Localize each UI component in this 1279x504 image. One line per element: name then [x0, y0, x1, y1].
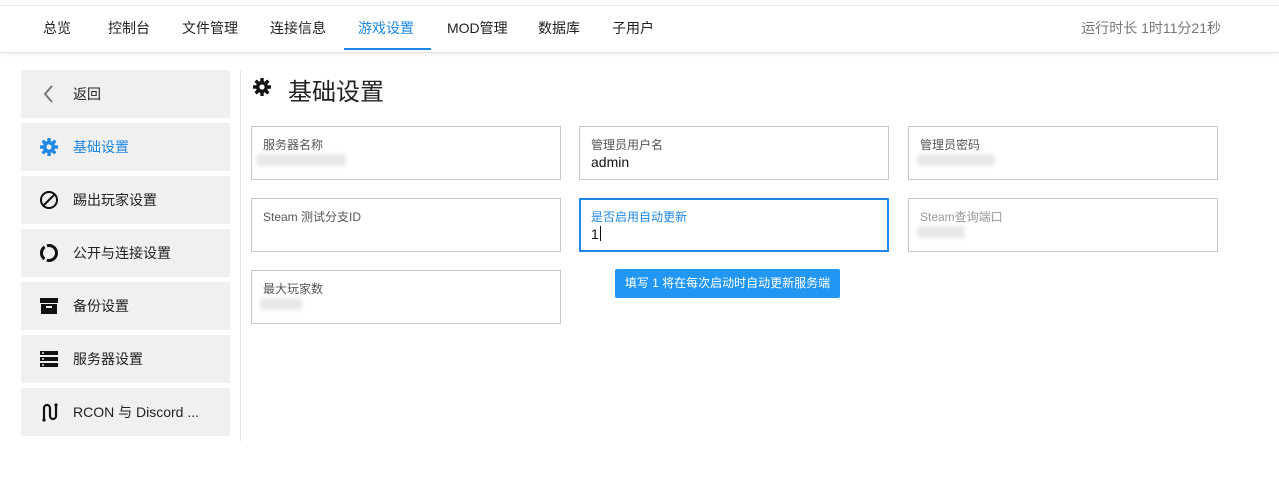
tab-sub-users[interactable]: 子用户 [612, 6, 654, 50]
sidebar-item-label: RCON 与 Discord ... [73, 404, 200, 420]
gear-icon [252, 77, 272, 102]
sidebar-item-label: 踢出玩家设置 [73, 192, 157, 208]
top-nav-bar: 总览 控制台 文件管理 连接信息 游戏设置 MOD管理 数据库 子用户 运行时长… [0, 5, 1279, 53]
sidebar-item-public-connection[interactable]: 公开与连接设置 [21, 229, 230, 277]
redacted-value [260, 298, 302, 310]
tab-game-settings[interactable]: 游戏设置 [358, 6, 414, 50]
tab-connection-info[interactable]: 连接信息 [270, 6, 326, 50]
tab-mod-manager[interactable]: MOD管理 [447, 6, 508, 50]
server-name-field[interactable]: 服务器名称 [251, 126, 561, 180]
archive-icon [38, 295, 60, 317]
redacted-value [917, 226, 965, 238]
text-caret [599, 226, 601, 241]
steam-branch-field[interactable]: Steam 测试分支ID [251, 198, 561, 252]
sidebar-item-label: 备份设置 [73, 298, 129, 314]
field-label: Steam 测试分支ID [263, 210, 362, 224]
gear-icon [38, 136, 60, 158]
sidebar-item-rcon-discord[interactable]: RCON 与 Discord ... [21, 388, 230, 436]
sidebar-item-basic-settings[interactable]: 基础设置 [21, 123, 230, 171]
tab-file-manager[interactable]: 文件管理 [182, 6, 238, 50]
auto-update-tooltip: 填写 1 将在每次启动时自动更新服务端 [615, 269, 840, 298]
field-value: 1 [591, 226, 601, 242]
sidebar-item-label: 服务器设置 [73, 351, 143, 367]
field-label: 管理员用户名 [591, 138, 664, 152]
ban-icon [38, 189, 60, 211]
redacted-value [917, 154, 995, 166]
field-label: 是否启用自动更新 [591, 210, 688, 224]
uptime-text: 运行时长 1时11分21秒 [1081, 20, 1221, 36]
auto-update-value: 1 [591, 226, 599, 242]
route-icon [38, 401, 60, 423]
page-header: 基础设置 [252, 72, 384, 106]
field-label: Steam查询端口 [920, 210, 1003, 224]
field-value: admin [591, 154, 630, 170]
admin-password-field[interactable]: 管理员密码 [908, 126, 1218, 180]
redacted-value [256, 154, 346, 166]
sidebar-item-server-settings[interactable]: 服务器设置 [21, 335, 230, 383]
sidebar-item-kick-players[interactable]: 踢出玩家设置 [21, 176, 230, 224]
steam-query-port-field: Steam查询端口 [908, 198, 1218, 252]
server-icon [38, 348, 60, 370]
auto-update-field[interactable]: 是否启用自动更新 1 [579, 198, 889, 252]
sidebar-item-label: 返回 [73, 86, 101, 102]
admin-username-field[interactable]: 管理员用户名 admin [579, 126, 889, 180]
max-players-field[interactable]: 最大玩家数 [251, 270, 561, 324]
tab-console[interactable]: 控制台 [108, 6, 150, 50]
page-title: 基础设置 [288, 78, 384, 106]
sidebar-item-label: 基础设置 [73, 139, 129, 155]
sidebar-divider [240, 70, 241, 441]
tab-database[interactable]: 数据库 [538, 6, 580, 50]
active-tab-indicator [344, 48, 431, 50]
sidebar-item-label: 公开与连接设置 [73, 245, 171, 261]
tab-overview[interactable]: 总览 [43, 6, 71, 50]
field-label: 最大玩家数 [263, 282, 324, 296]
field-label: 服务器名称 [263, 138, 324, 152]
connection-icon [38, 242, 60, 264]
field-label: 管理员密码 [920, 138, 981, 152]
sidebar-item-backup[interactable]: 备份设置 [21, 282, 230, 330]
sidebar-item-back[interactable]: 返回 [21, 70, 230, 118]
back-icon [38, 83, 60, 105]
